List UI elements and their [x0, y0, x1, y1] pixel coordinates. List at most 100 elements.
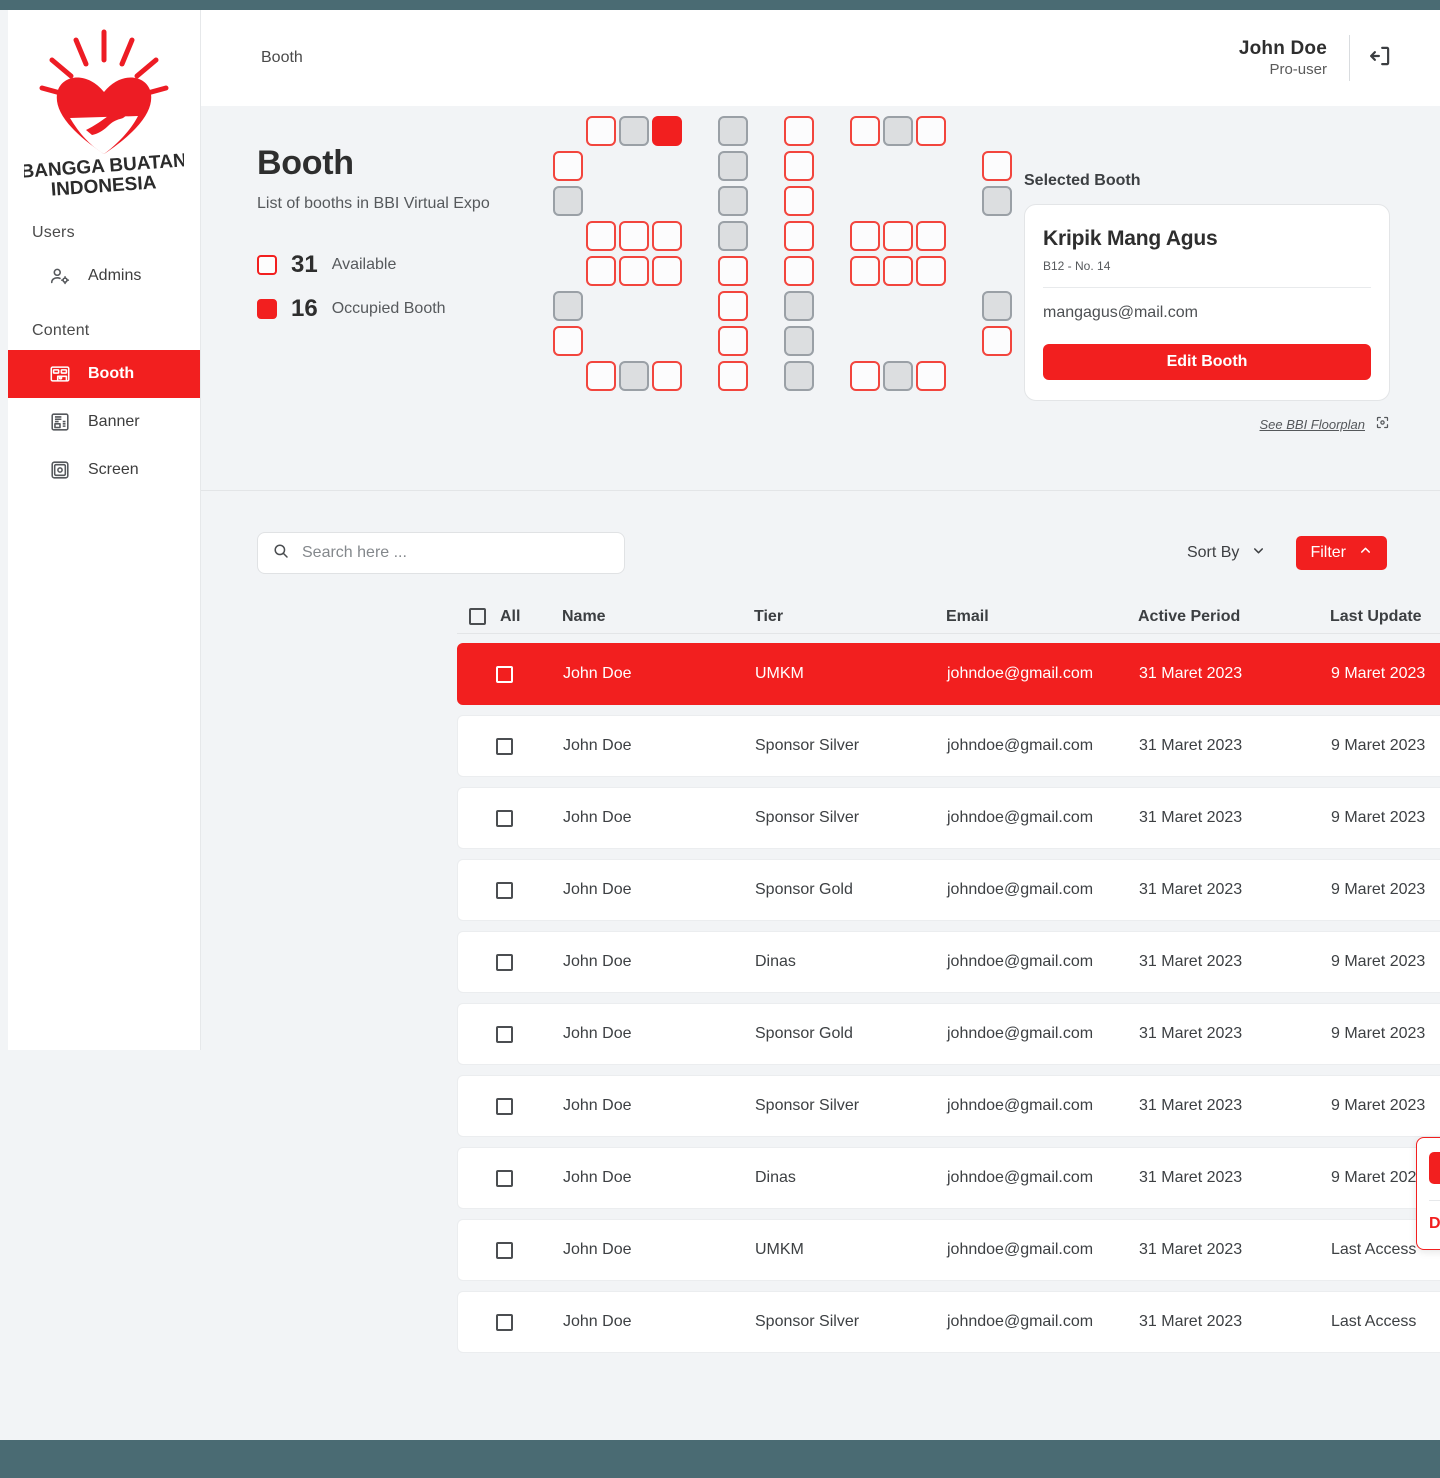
booth-cell-avail[interactable]	[619, 221, 649, 251]
logout-button[interactable]	[1350, 43, 1410, 74]
select-all-checkbox[interactable]	[469, 608, 486, 625]
booth-cell-avail[interactable]	[586, 256, 616, 286]
booth-cell-avail[interactable]	[850, 221, 880, 251]
booth-cell-avail[interactable]	[652, 361, 682, 391]
table-row[interactable]: John Doe Sponsor Silver johndoe@gmail.com 3…	[457, 1075, 1440, 1137]
booth-cell-occ-red[interactable]	[652, 116, 682, 146]
row-checkbox[interactable]	[496, 1025, 513, 1043]
row-checkbox[interactable]	[496, 809, 513, 827]
booth-cell-avail[interactable]	[916, 221, 946, 251]
sidebar-item-banner[interactable]: Banner	[8, 398, 200, 446]
search-input[interactable]	[302, 544, 602, 562]
row-checkbox[interactable]	[496, 953, 513, 971]
row-checkbox[interactable]	[496, 665, 513, 683]
sidebar-item-admins[interactable]: Admins	[8, 252, 200, 300]
booth-cell-occ-grey[interactable]	[883, 116, 913, 146]
booth-cell-occ-grey[interactable]	[784, 326, 814, 356]
sidebar-item-screen[interactable]: Screen	[8, 446, 200, 494]
chevron-up-icon	[1358, 543, 1373, 563]
booth-cell-occ-grey[interactable]	[784, 291, 814, 321]
booth-cell-occ-grey[interactable]	[718, 221, 748, 251]
table-row[interactable]: John Doe Sponsor Gold johndoe@gmail.com 31 …	[457, 1003, 1440, 1065]
booth-cell-avail[interactable]	[784, 116, 814, 146]
filter-button[interactable]: Filter	[1296, 536, 1387, 570]
table-row[interactable]: John Doe Sponsor Silver johndoe@gmail.com 3…	[457, 1291, 1440, 1353]
row-checkbox[interactable]	[496, 1313, 513, 1331]
sort-by-dropdown[interactable]: Sort By	[1187, 543, 1266, 563]
booth-cell-avail[interactable]	[982, 326, 1012, 356]
booth-cell-occ-grey[interactable]	[718, 116, 748, 146]
booth-cell-avail[interactable]	[883, 256, 913, 286]
booth-cell-avail[interactable]	[784, 256, 814, 286]
booth-cell-avail[interactable]	[982, 151, 1012, 181]
booth-cell-avail[interactable]	[553, 151, 583, 181]
toolbar-right: Sort By Filter	[1187, 536, 1387, 570]
table-row[interactable]: John Doe Dinas johndoe@gmail.com 31 Maret 2…	[457, 931, 1440, 993]
booth-cell-occ-grey[interactable]	[718, 186, 748, 216]
cell-name: John Doe	[563, 665, 632, 682]
booth-cell-occ-grey[interactable]	[553, 186, 583, 216]
logout-icon	[1367, 43, 1393, 74]
booth-cell-avail[interactable]	[916, 256, 946, 286]
booth-cell-avail[interactable]	[916, 361, 946, 391]
row-checkbox[interactable]	[496, 1097, 513, 1115]
table-row[interactable]: John Doe Sponsor Silver johndoe@gmail.com 3…	[457, 787, 1440, 849]
booth-cell-occ-grey[interactable]	[718, 151, 748, 181]
booth-cell-avail[interactable]	[784, 186, 814, 216]
table-row[interactable]: John Doe Sponsor Gold johndoe@gmail.com 31 …	[457, 859, 1440, 921]
booth-cell-avail[interactable]	[652, 256, 682, 286]
booth-cell-avail[interactable]	[586, 221, 616, 251]
booth-cell-occ-grey[interactable]	[619, 361, 649, 391]
menu-edit-booth-button[interactable]: Edit Booth	[1429, 1152, 1440, 1184]
header-label-all: All	[500, 607, 521, 625]
booth-cell-occ-grey[interactable]	[553, 291, 583, 321]
booth-cell-avail[interactable]	[718, 326, 748, 356]
booth-cell-avail[interactable]	[586, 361, 616, 391]
sidebar-item-booth[interactable]: Booth	[8, 350, 200, 398]
booth-cell-avail[interactable]	[850, 116, 880, 146]
cell-name: John Doe	[563, 1313, 632, 1330]
row-checkbox-cell	[458, 881, 563, 899]
see-floorplan-link[interactable]: See BBI Floorplan	[1024, 415, 1390, 433]
booth-cell-avail[interactable]	[718, 291, 748, 321]
booth-cell-avail[interactable]	[850, 256, 880, 286]
booth-cell-occ-grey[interactable]	[784, 361, 814, 391]
booth-cell-avail[interactable]	[784, 151, 814, 181]
booth-cell-avail[interactable]	[553, 326, 583, 356]
row-checkbox[interactable]	[496, 881, 513, 899]
booth-cell-avail[interactable]	[718, 256, 748, 286]
booth-cell-occ-grey[interactable]	[982, 186, 1012, 216]
booth-cell-avail[interactable]	[784, 221, 814, 251]
table-toolbar: Sort By Filter	[257, 532, 1387, 574]
row-checkbox[interactable]	[496, 1169, 513, 1187]
cell-tier: Sponsor Silver	[755, 1097, 860, 1114]
breadcrumb[interactable]: Booth	[261, 49, 303, 67]
booth-cell-avail[interactable]	[652, 221, 682, 251]
table-row[interactable]: John Doe UMKM johndoe@gmail.com 31 Maret 20…	[457, 643, 1440, 705]
cell-active-period: 31 Maret 2023	[1139, 1025, 1243, 1042]
row-checkbox[interactable]	[496, 737, 513, 755]
booth-cell-occ-grey[interactable]	[619, 116, 649, 146]
user-gear-icon	[48, 264, 72, 288]
cell-tier: Sponsor Gold	[755, 1025, 853, 1042]
legend-swatch-occupied	[257, 299, 277, 319]
table-row[interactable]: John Doe Dinas johndoe@gmail.com 31 Maret 2…	[457, 1147, 1440, 1209]
booth-cell-avail[interactable]	[718, 361, 748, 391]
edit-booth-button[interactable]: Edit Booth	[1043, 344, 1371, 380]
table-row[interactable]: John Doe UMKM johndoe@gmail.com 31 Maret 20…	[457, 1219, 1440, 1281]
row-action-menu[interactable]: Edit Booth Delete Content	[1416, 1137, 1440, 1250]
booth-cell-avail[interactable]	[586, 116, 616, 146]
booth-cell-occ-grey[interactable]	[982, 291, 1012, 321]
table-row[interactable]: John Doe Sponsor Silver johndoe@gmail.com 3…	[457, 715, 1440, 777]
booth-cell-avail[interactable]	[619, 256, 649, 286]
menu-delete-content-button[interactable]: Delete Content	[1429, 1215, 1440, 1239]
cell-name: John Doe	[563, 881, 632, 898]
booth-cell-occ-grey[interactable]	[883, 361, 913, 391]
booth-cell-avail[interactable]	[850, 361, 880, 391]
header-cell-last-update: Last Update	[1330, 607, 1422, 625]
booth-floorplan-grid[interactable]	[553, 116, 1012, 416]
booth-cell-avail[interactable]	[916, 116, 946, 146]
row-checkbox[interactable]	[496, 1241, 513, 1259]
search-box[interactable]	[257, 532, 625, 574]
booth-cell-avail[interactable]	[883, 221, 913, 251]
